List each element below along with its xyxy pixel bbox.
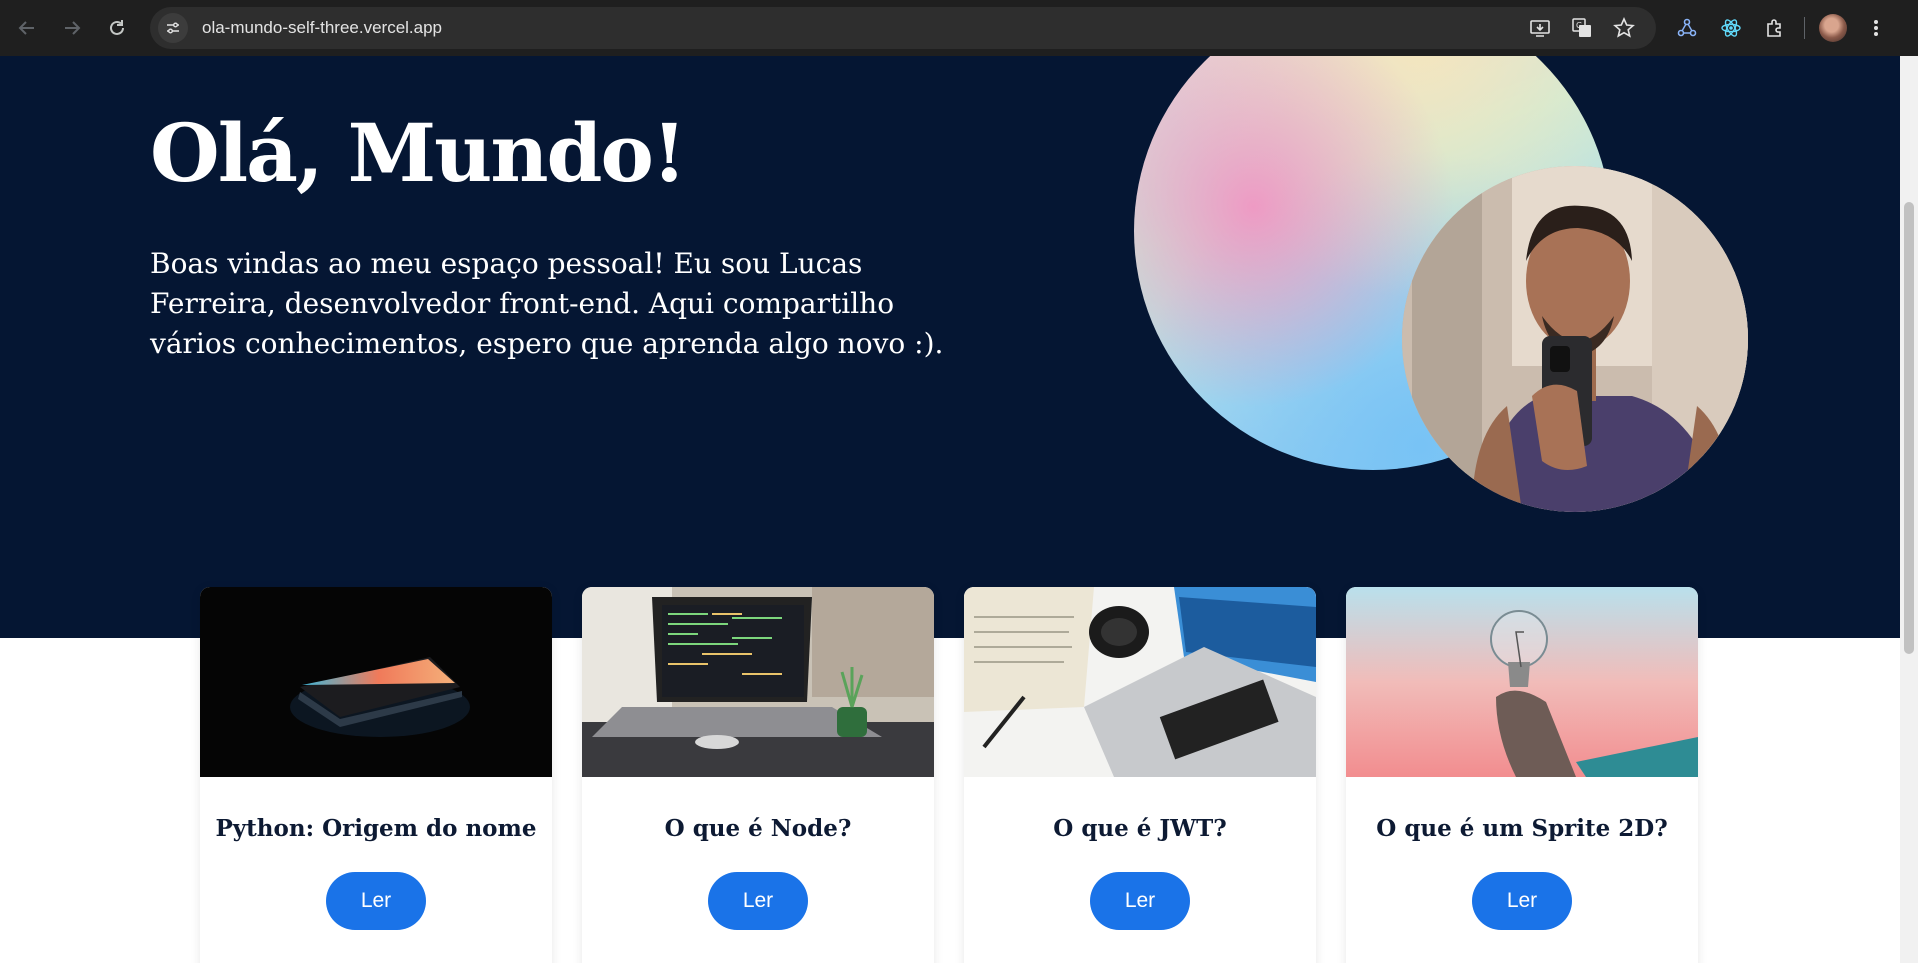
reload-button[interactable] [97,8,137,48]
svg-text:G: G [1576,21,1582,30]
post-image-dark-laptop [200,587,552,777]
read-button[interactable]: Ler [1090,872,1190,930]
page-scrollbar[interactable] [1900,56,1918,963]
bookmark-star-icon[interactable] [1610,14,1638,42]
reload-icon [110,20,124,35]
read-button[interactable]: Ler [1472,872,1572,930]
post-card: O que é um Sprite 2D? Ler [1346,587,1698,963]
install-app-icon[interactable] [1526,14,1554,42]
page-viewport: Olá, Mundo! Boas vindas ao meu espaço pe… [0,56,1900,963]
post-title: O que é JWT? [1053,815,1227,842]
extensions-puzzle-icon[interactable] [1760,13,1790,43]
post-cards: Python: Origem do nome Ler O que é Node?… [200,587,1698,963]
post-image-desk-laptop [964,587,1316,777]
site-settings-icon[interactable] [158,13,188,43]
back-button[interactable] [7,8,47,48]
hero-intro-text: Boas vindas ao meu espaço pessoal! Eu so… [150,247,944,360]
hero-section: Olá, Mundo! Boas vindas ao meu espaço pe… [0,56,1900,638]
post-card: Python: Origem do nome Ler [200,587,552,963]
menu-dots-icon[interactable] [1861,13,1891,43]
post-image-lightbulb [1346,587,1698,777]
profile-photo [1402,166,1748,512]
post-title: O que é Node? [664,815,852,842]
react-devtools-icon[interactable] [1716,13,1746,43]
scrollbar-thumb[interactable] [1904,202,1914,654]
toolbar-separator [1804,17,1805,39]
post-card: O que é JWT? Ler [964,587,1316,963]
post-title: Python: Origem do nome [215,815,537,842]
forward-button[interactable] [52,8,92,48]
arrow-left-icon [18,21,34,35]
translate-icon[interactable]: G [1568,14,1596,42]
post-card: O que é Node? Ler [582,587,934,963]
profile-avatar[interactable] [1819,14,1847,42]
address-bar[interactable]: ola-mundo-self-three.vercel.app G [150,7,1656,49]
browser-toolbar: ola-mundo-self-three.vercel.app G [0,0,1918,56]
post-title: O que é um Sprite 2D? [1376,815,1668,842]
extension-graph-icon[interactable] [1672,13,1702,43]
post-image-laptop-code [582,587,934,777]
hero-title: Olá, Mundo! [150,106,687,200]
url-text[interactable]: ola-mundo-self-three.vercel.app [202,18,442,38]
read-button[interactable]: Ler [326,872,426,930]
read-button[interactable]: Ler [708,872,808,930]
arrow-right-icon [65,21,81,35]
